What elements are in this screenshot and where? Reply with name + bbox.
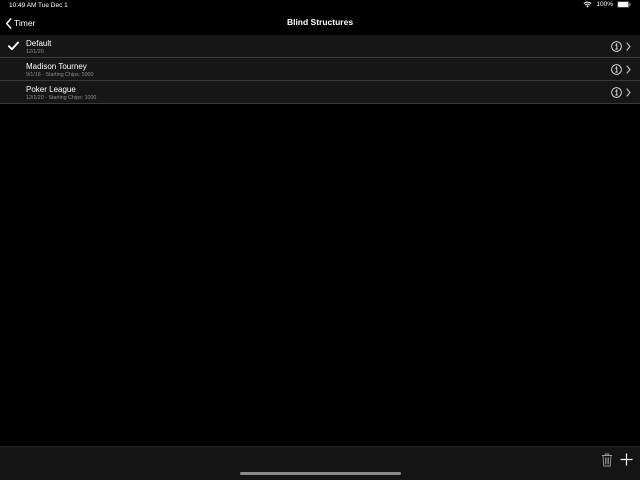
info-icon[interactable] [611, 41, 622, 52]
chevron-right-icon [626, 65, 631, 74]
list-item[interactable]: Poker League 12/1/20 - Starting Chips: 1… [0, 81, 640, 104]
structure-subtitle: 12/1/20 [26, 49, 44, 55]
status-date: Tue Dec 1 [38, 2, 68, 9]
status-right: 100% [583, 1, 631, 8]
info-icon[interactable] [611, 87, 622, 98]
back-button-label: Timer [14, 18, 36, 28]
back-button[interactable]: Timer [5, 16, 35, 30]
structure-subtitle: 12/1/20 - Starting Chips: 1000 [26, 95, 97, 101]
screen: 10:49 AM Tue Dec 1 100% Blind Structures… [0, 0, 640, 480]
checkmark-icon [8, 41, 19, 51]
list-item[interactable]: Madison Tourney 9/1/18 - Starting Chips:… [0, 58, 640, 81]
structure-name: Madison Tourney [26, 62, 87, 71]
plus-icon[interactable] [620, 453, 633, 466]
home-indicator [240, 472, 401, 475]
page-title: Blind Structures [286, 17, 354, 27]
chevron-right-icon [626, 42, 631, 51]
blind-structure-list: Default 12/1/20 Madison Tourney 9/1/18 -… [0, 35, 640, 104]
chevron-left-icon [5, 17, 12, 29]
chevron-right-icon [626, 88, 631, 97]
status-time: 10:49 AM [9, 2, 37, 9]
structure-name: Default [26, 39, 52, 48]
battery-icon [617, 1, 631, 8]
structure-subtitle: 9/1/18 - Starting Chips: 5000 [26, 72, 94, 78]
list-item[interactable]: Default 12/1/20 [0, 35, 640, 58]
structure-name: Poker League [26, 85, 76, 94]
navigation-bar: Blind Structures Timer [0, 12, 640, 34]
info-icon[interactable] [611, 64, 622, 75]
battery-percent: 100% [596, 1, 613, 8]
trash-icon[interactable] [601, 453, 613, 467]
status-bar: 10:49 AM Tue Dec 1 100% [0, 0, 640, 12]
wifi-icon [583, 1, 592, 8]
